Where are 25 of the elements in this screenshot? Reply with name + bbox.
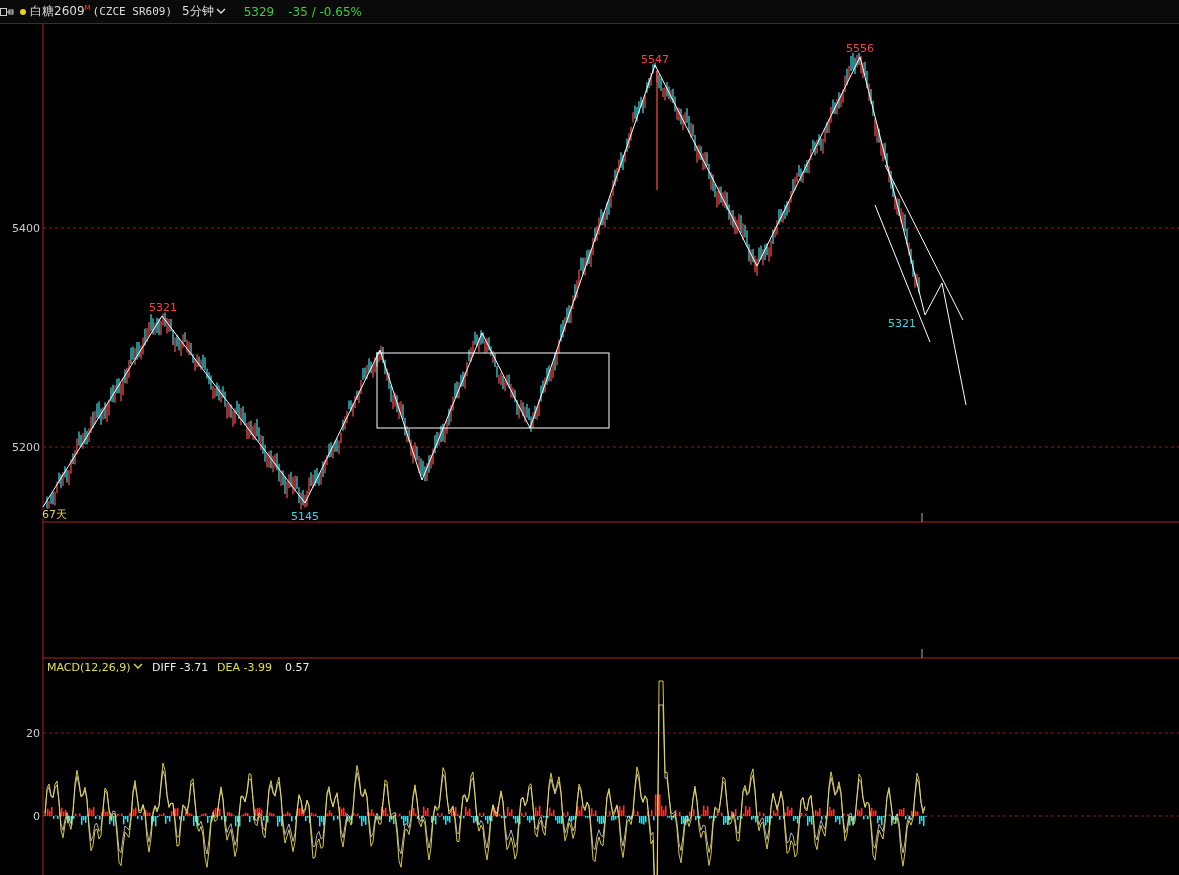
indicator-name: MACD(12,26,9) — [47, 661, 131, 674]
price-change: -35 / -0.65% — [288, 4, 362, 19]
price-label: 5145 — [291, 510, 319, 523]
price-label: 5321 — [149, 301, 177, 314]
caret-icon[interactable] — [133, 663, 143, 669]
price-label: 5321 — [888, 317, 916, 330]
diff-value: DIFF -3.71 — [152, 661, 209, 674]
caret-icon[interactable] — [215, 8, 226, 15]
axis-label: 5400 — [12, 222, 40, 235]
cursor-tick — [921, 648, 923, 659]
status-dot — [20, 8, 26, 15]
axis-label: 5200 — [12, 441, 40, 454]
macd-value: 0.57 — [285, 661, 310, 674]
contract-code: (CZCE SR609) — [92, 5, 173, 18]
period-dropdown[interactable]: 5分钟 — [182, 3, 226, 20]
price-label: 5556 — [846, 42, 874, 55]
cursor-tick — [921, 512, 923, 523]
symbol-name: 白糖2609$^{M}$ — [30, 3, 91, 20]
span-label: 67天 — [42, 508, 67, 521]
last-price: 5329 — [243, 4, 275, 19]
dea-value: DEA -3.99 — [217, 661, 272, 674]
axis-label: 20 — [26, 727, 40, 740]
axis-label: 0 — [33, 810, 40, 823]
price-label: 5547 — [641, 53, 669, 66]
menu-icon[interactable] — [0, 7, 14, 16]
